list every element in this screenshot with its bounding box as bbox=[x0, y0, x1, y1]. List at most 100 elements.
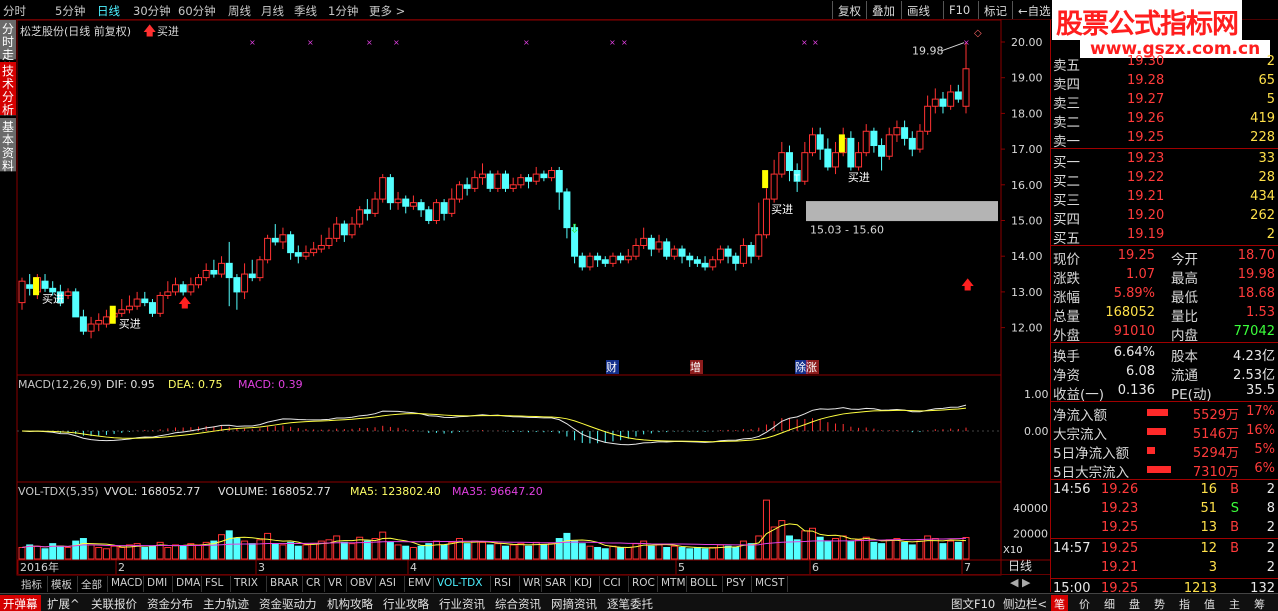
right-tab-1[interactable]: 价 bbox=[1076, 595, 1093, 611]
indicator-tab-1[interactable]: 模板 bbox=[48, 576, 78, 592]
status-item-6[interactable]: 机构攻略 bbox=[324, 595, 376, 611]
status-right-1[interactable]: 侧边栏< bbox=[1000, 595, 1050, 611]
indicator-tab-4[interactable]: DMI bbox=[144, 576, 173, 592]
status-item-7[interactable]: 行业攻略 bbox=[380, 595, 432, 611]
indicator-tab-15[interactable]: RSI bbox=[491, 576, 520, 592]
candle-body bbox=[156, 294, 164, 314]
candle-body bbox=[41, 280, 49, 289]
indicator-tab-14[interactable]: VOL-TDX bbox=[434, 576, 491, 592]
status-item-0[interactable]: 开弹幕 bbox=[0, 595, 41, 611]
fund-value: 6.64% bbox=[1113, 345, 1155, 360]
indicator-tab-7[interactable]: TRIX bbox=[231, 576, 267, 592]
indicator-tab-16[interactable]: WR bbox=[520, 576, 542, 592]
candle-body bbox=[954, 91, 962, 100]
right-tab-2[interactable]: 细 bbox=[1101, 595, 1118, 611]
candle-body bbox=[801, 152, 809, 182]
sell-level-price: 19.30 bbox=[1127, 54, 1165, 69]
quote-value: 19.25 bbox=[1117, 248, 1155, 263]
quote-label: 涨跌 bbox=[1053, 271, 1080, 287]
indicator-tab-10[interactable]: VR bbox=[325, 576, 347, 592]
indicator-tab-6[interactable]: FSL bbox=[202, 576, 231, 592]
quote-value: 1.07 bbox=[1126, 267, 1155, 282]
tick-time: 14:57 bbox=[1053, 541, 1091, 556]
candle-body bbox=[855, 152, 863, 168]
indicator-tab-23[interactable]: PSY bbox=[723, 576, 752, 592]
indicator-tab-9[interactable]: CR bbox=[303, 576, 325, 592]
right-tab-4[interactable]: 势 bbox=[1151, 595, 1168, 611]
indicator-tab-13[interactable]: EMV bbox=[405, 576, 434, 592]
volume-bar bbox=[225, 530, 233, 560]
right-tab-5[interactable]: 指 bbox=[1176, 595, 1193, 611]
sell-level-volume: 228 bbox=[1250, 130, 1275, 145]
indicator-tab-22[interactable]: BOLL bbox=[687, 576, 723, 592]
status-right-0[interactable]: 图文F10 bbox=[948, 595, 998, 611]
indicator-tab-19[interactable]: CCI bbox=[600, 576, 629, 592]
right-tab-3[interactable]: 盘 bbox=[1126, 595, 1143, 611]
volume-bar bbox=[594, 546, 602, 560]
indicator-tab-0[interactable]: 指标 bbox=[18, 576, 48, 592]
status-item-2[interactable]: 关联报价 bbox=[88, 595, 140, 611]
candle-body bbox=[632, 244, 640, 257]
right-tab-8[interactable]: 筹 bbox=[1251, 595, 1268, 611]
candle-body bbox=[218, 262, 226, 275]
status-item-5[interactable]: 资金驱动力 bbox=[256, 595, 320, 611]
volume-bar bbox=[548, 543, 556, 560]
indicator-tab-17[interactable]: SAR bbox=[542, 576, 571, 592]
event-label: 涨 bbox=[806, 361, 817, 374]
status-item-3[interactable]: 资金分布 bbox=[144, 595, 196, 611]
status-item-4[interactable]: 主力轨迹 bbox=[200, 595, 252, 611]
status-item-8[interactable]: 行业资讯 bbox=[436, 595, 488, 611]
right-tab-0[interactable]: 笔 bbox=[1051, 595, 1068, 611]
diamond-icon: ◇ bbox=[974, 28, 982, 39]
volume-bar bbox=[617, 546, 625, 560]
scroll-arrows[interactable]: ◀ ▶ bbox=[1010, 576, 1030, 589]
candle-body bbox=[885, 134, 893, 157]
vol-ma5: MA5: 123802.40 bbox=[350, 485, 441, 498]
vol-ma35: MA35: 96647.20 bbox=[452, 485, 543, 498]
x-axis-label: 3 bbox=[258, 561, 265, 574]
candle-body bbox=[95, 319, 103, 325]
volume-bar bbox=[164, 546, 172, 560]
separator bbox=[1051, 538, 1278, 539]
candle-body bbox=[540, 173, 548, 179]
status-item-9[interactable]: 综合资讯 bbox=[492, 595, 544, 611]
panel-row: 外盘 91010 内盘 77042 bbox=[1051, 323, 1278, 344]
candle-body bbox=[79, 316, 87, 332]
chart-title: 松芝股份(日线 前复权) bbox=[20, 24, 131, 38]
right-tab-6[interactable]: 值 bbox=[1201, 595, 1218, 611]
status-item-11[interactable]: 逐笔委托 bbox=[604, 595, 656, 611]
right-tab-7[interactable]: 主 bbox=[1226, 595, 1243, 611]
volume-bar bbox=[440, 544, 448, 560]
event-x-mark: × bbox=[307, 38, 314, 47]
indicator-tab-12[interactable]: ASI bbox=[376, 576, 405, 592]
buy-level-price: 19.23 bbox=[1127, 151, 1165, 166]
panel-row: 5日大宗流入 7310万 6% bbox=[1051, 460, 1278, 481]
indicator-tab-20[interactable]: ROC bbox=[629, 576, 658, 592]
fund-value: 0.136 bbox=[1117, 383, 1155, 398]
status-item-10[interactable]: 网摘资讯 bbox=[548, 595, 600, 611]
candle-body bbox=[317, 244, 325, 250]
volume-bar bbox=[954, 541, 962, 560]
tick-price: 19.23 bbox=[1101, 501, 1139, 516]
volume-bar bbox=[701, 548, 709, 560]
panel-row: 卖三 19.27 5 bbox=[1051, 91, 1278, 112]
indicator-tab-8[interactable]: BRAR bbox=[267, 576, 303, 592]
event-x-mark: × bbox=[812, 38, 819, 47]
panel-row: 卖五 19.30 2 bbox=[1051, 53, 1278, 74]
flow-bar bbox=[1147, 428, 1166, 435]
indicator-tab-18[interactable]: KDJ bbox=[571, 576, 600, 592]
volume-bar bbox=[409, 546, 417, 560]
flow-pct: 16% bbox=[1246, 423, 1275, 438]
indicator-tab-3[interactable]: MACD bbox=[108, 576, 144, 592]
flow-value: 5529万 bbox=[1192, 408, 1239, 423]
indicator-tab-21[interactable]: MTM bbox=[658, 576, 687, 592]
indicator-tab-2[interactable]: 全部 bbox=[78, 576, 108, 592]
indicator-tab-5[interactable]: DMA bbox=[173, 576, 202, 592]
status-item-1[interactable]: 扩展^ bbox=[44, 595, 83, 611]
indicator-tab-24[interactable]: MCST bbox=[752, 576, 788, 592]
volume-bar bbox=[525, 545, 533, 560]
buy-level-label: 买五 bbox=[1053, 231, 1080, 247]
indicator-tab-11[interactable]: OBV bbox=[347, 576, 376, 592]
volume-bar bbox=[540, 544, 548, 560]
panel-row: 换手 6.64% 股本 4.23亿 bbox=[1051, 344, 1278, 365]
